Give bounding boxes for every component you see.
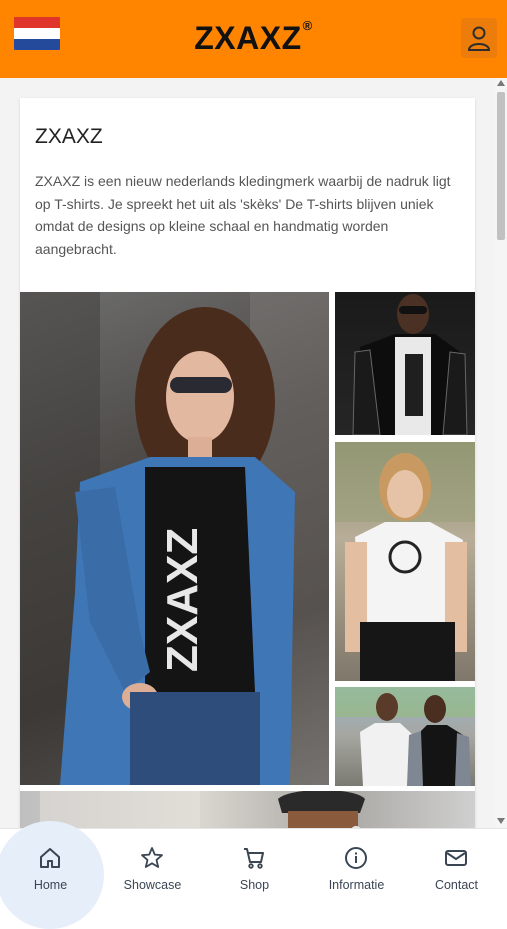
gallery-photo-woman-denim[interactable]: ZXAXZ	[20, 292, 329, 785]
nav-label-showcase: Showcase	[123, 878, 182, 892]
intro-description: ZXAXZ is een nieuw nederlands kledingmer…	[35, 173, 451, 257]
info-icon	[345, 847, 367, 869]
nav-item-shop[interactable]: Shop	[204, 829, 305, 901]
gallery-photo-two-men[interactable]	[335, 687, 475, 786]
user-icon	[467, 26, 491, 51]
scrollbar-thumb[interactable]	[497, 92, 505, 240]
intro-card: ZXAXZ ZXAXZ is een nieuw nederlands kled…	[20, 98, 475, 828]
nav-label-informatie: Informatie	[328, 878, 385, 892]
nav-item-showcase[interactable]: Showcase	[102, 829, 203, 901]
scrollbar[interactable]	[495, 78, 507, 828]
nav-label-home: Home	[33, 878, 68, 892]
bottom-navigation: Home Showcase Shop Informatie Contact	[0, 821, 507, 929]
nav-item-home[interactable]: Home	[0, 821, 104, 929]
nav-item-informatie[interactable]: Informatie	[306, 829, 407, 901]
page-content: ZXAXZ ZXAXZ is een nieuw nederlands kled…	[0, 78, 507, 828]
brand-name: ZXAXZ	[194, 20, 302, 56]
home-icon	[40, 848, 60, 868]
brand-logo[interactable]: ZXAXZ®	[0, 18, 507, 57]
scroll-down-icon[interactable]	[497, 818, 505, 824]
shirt-print-text: ZXAXZ	[158, 527, 207, 672]
gallery-photo-man-cap[interactable]	[20, 791, 475, 828]
app-header: ZXAXZ®	[0, 0, 507, 78]
nav-label-contact: Contact	[434, 878, 479, 892]
cart-icon	[244, 848, 264, 869]
intro-title: ZXAXZ	[35, 125, 103, 148]
nav-label-shop: Shop	[239, 878, 270, 892]
nav-item-contact[interactable]: Contact	[406, 829, 507, 901]
account-button[interactable]	[461, 18, 497, 58]
gallery-photo-woman-white-tee[interactable]	[335, 442, 475, 681]
star-icon	[141, 847, 163, 868]
gallery-photo-man-jacket[interactable]	[335, 292, 475, 435]
scroll-up-icon[interactable]	[497, 80, 505, 86]
active-indicator	[0, 821, 104, 929]
registered-mark: ®	[302, 18, 313, 33]
mail-icon	[445, 850, 467, 866]
